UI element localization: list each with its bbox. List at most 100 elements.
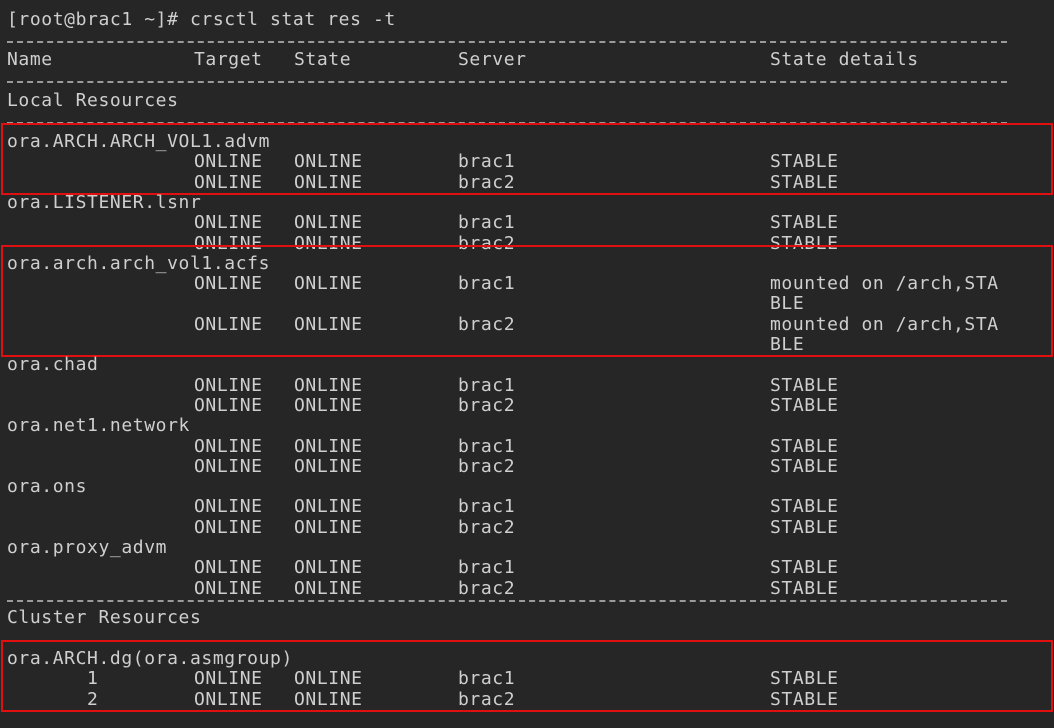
state-value: ONLINE bbox=[294, 374, 363, 396]
instance-index: 2 bbox=[87, 688, 99, 710]
target-value: ONLINE bbox=[194, 313, 263, 335]
resource-row: ONLINE ONLINE brac2 mounted on /arch,STA bbox=[7, 313, 1047, 335]
server-value: brac2 bbox=[458, 394, 516, 416]
target-value: ONLINE bbox=[194, 171, 263, 193]
state-details-value: mounted on /arch,STA bbox=[770, 313, 999, 335]
state-value: ONLINE bbox=[294, 232, 363, 254]
state-value: ONLINE bbox=[294, 668, 363, 690]
state-value: ONLINE bbox=[294, 273, 363, 295]
divider bbox=[7, 122, 1007, 124]
resource-name: ora.proxy_advm bbox=[7, 537, 168, 558]
state-value: ONLINE bbox=[294, 313, 363, 335]
resource-name: ora.ons bbox=[7, 476, 88, 498]
divider bbox=[7, 639, 1007, 642]
state-details-value: mounted on /arch,STA bbox=[770, 273, 999, 295]
server-value: brac1 bbox=[458, 374, 516, 396]
state-details-value: STABLE bbox=[770, 455, 839, 477]
header-state: State bbox=[294, 49, 352, 70]
resource-row: 1 ONLINE ONLINE brac1 STABLE bbox=[7, 669, 1047, 689]
target-value: ONLINE bbox=[194, 435, 263, 457]
target-value: ONLINE bbox=[194, 394, 263, 416]
resource-name: ora.LISTENER.lsnr bbox=[7, 191, 202, 213]
resource-row: ONLINE ONLINE brac2 STABLE bbox=[7, 171, 1047, 193]
divider bbox=[7, 41, 1007, 43]
server-value: brac2 bbox=[458, 455, 516, 477]
command-prompt: [root@brac1 ~]# crsctl stat res -t bbox=[7, 9, 396, 30]
table-header: Name Target State Server State details bbox=[7, 50, 1007, 70]
state-details-value: STABLE bbox=[770, 688, 839, 710]
terminal-window[interactable]: [root@brac1 ~]# crsctl stat res -t Name … bbox=[0, 0, 1054, 728]
resource-row-continued: BLE bbox=[7, 335, 1047, 355]
state-value: ONLINE bbox=[294, 435, 363, 457]
resource-row: ONLINE ONLINE brac1 STABLE bbox=[7, 213, 1047, 233]
resource-row: ONLINE ONLINE brac2 STABLE bbox=[7, 232, 1047, 254]
state-value: ONLINE bbox=[294, 516, 363, 538]
server-value: brac1 bbox=[458, 496, 516, 518]
state-details-value: STABLE bbox=[770, 668, 839, 690]
target-value: ONLINE bbox=[194, 374, 263, 396]
state-value: ONLINE bbox=[294, 557, 363, 579]
server-value: brac1 bbox=[458, 435, 516, 457]
resource-name: ora.ARCH.ARCH_VOL1.advm bbox=[7, 131, 271, 152]
server-value: brac2 bbox=[458, 171, 516, 193]
state-details-value: STABLE bbox=[770, 151, 839, 173]
resource-row: ONLINE ONLINE brac2 STABLE bbox=[7, 455, 1047, 477]
target-value: ONLINE bbox=[194, 516, 263, 538]
server-value: brac1 bbox=[458, 557, 516, 579]
target-value: ONLINE bbox=[194, 232, 263, 254]
server-value: brac2 bbox=[458, 232, 516, 254]
server-value: brac2 bbox=[458, 516, 516, 538]
target-value: ONLINE bbox=[194, 496, 263, 518]
target-value: ONLINE bbox=[194, 455, 263, 477]
resource-row-continued: BLE bbox=[7, 294, 1047, 314]
state-details-value: STABLE bbox=[770, 557, 839, 579]
resource-name: ora.chad bbox=[7, 354, 99, 376]
state-value: ONLINE bbox=[294, 455, 363, 477]
resource-row: ONLINE ONLINE brac1 STABLE bbox=[7, 152, 1047, 172]
header-target: Target bbox=[194, 49, 263, 70]
header-server: Server bbox=[458, 49, 527, 70]
resource-name: ora.net1.network bbox=[7, 415, 190, 437]
header-state-details: State details bbox=[770, 49, 919, 70]
resource-name: ora.ARCH.dg(ora.asmgroup) bbox=[7, 647, 293, 669]
state-details-value: STABLE bbox=[770, 171, 839, 193]
server-value: brac2 bbox=[458, 313, 516, 335]
state-value: ONLINE bbox=[294, 496, 363, 518]
resource-row: ONLINE ONLINE brac2 STABLE bbox=[7, 516, 1047, 538]
instance-index: 1 bbox=[87, 668, 99, 690]
header-name: Name bbox=[7, 49, 53, 70]
resource-row: ONLINE ONLINE brac2 STABLE bbox=[7, 577, 1047, 599]
resource-row: ONLINE ONLINE brac1 STABLE bbox=[7, 435, 1047, 457]
resource-row: ONLINE ONLINE brac1 STABLE bbox=[7, 558, 1047, 578]
target-value: ONLINE bbox=[194, 688, 263, 710]
divider bbox=[7, 599, 1007, 602]
target-value: ONLINE bbox=[194, 273, 263, 295]
state-value: ONLINE bbox=[294, 151, 363, 173]
state-details-value: STABLE bbox=[770, 577, 839, 599]
divider bbox=[7, 81, 1007, 83]
state-details-value: STABLE bbox=[770, 374, 839, 396]
state-details-value: STABLE bbox=[770, 516, 839, 538]
target-value: ONLINE bbox=[194, 668, 263, 690]
resource-row: ONLINE ONLINE brac2 STABLE bbox=[7, 394, 1047, 416]
target-value: ONLINE bbox=[194, 577, 263, 599]
state-value: ONLINE bbox=[294, 171, 363, 193]
target-value: ONLINE bbox=[194, 151, 263, 173]
resource-row: ONLINE ONLINE brac1 STABLE bbox=[7, 497, 1047, 517]
state-details-value: BLE bbox=[770, 293, 805, 315]
server-value: brac1 bbox=[458, 151, 516, 173]
server-value: brac2 bbox=[458, 688, 516, 710]
section-cluster-resources: Cluster Resources bbox=[7, 606, 202, 628]
state-value: ONLINE bbox=[294, 577, 363, 599]
section-local-resources: Local Resources bbox=[7, 90, 179, 111]
state-details-value: STABLE bbox=[770, 394, 839, 416]
target-value: ONLINE bbox=[194, 557, 263, 579]
resource-row: 2 ONLINE ONLINE brac2 STABLE bbox=[7, 688, 1047, 710]
server-value: brac1 bbox=[458, 212, 516, 234]
state-value: ONLINE bbox=[294, 688, 363, 710]
state-details-value: BLE bbox=[770, 334, 805, 355]
resource-name: ora.arch.arch_vol1.acfs bbox=[7, 252, 271, 274]
target-value: ONLINE bbox=[194, 212, 263, 234]
state-value: ONLINE bbox=[294, 212, 363, 234]
state-value: ONLINE bbox=[294, 394, 363, 416]
